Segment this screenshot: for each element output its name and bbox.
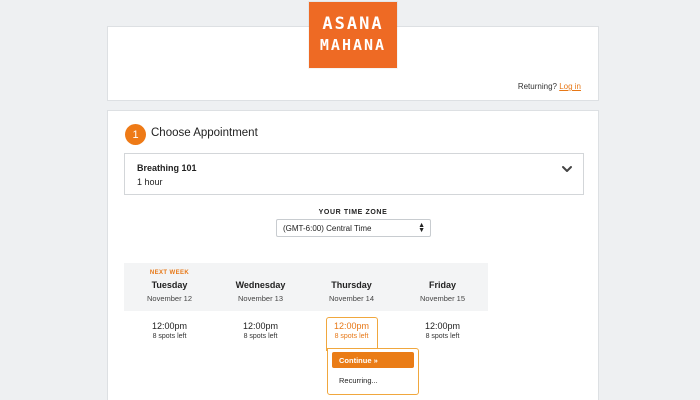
slot-action-popover: Continue » Recurring... bbox=[327, 348, 419, 395]
slot-time: 12:00pm bbox=[424, 321, 461, 331]
slot-spots-left: 8 spots left bbox=[425, 333, 460, 340]
day-name: Wednesday bbox=[235, 280, 286, 290]
timezone-selected-value: (GMT-6:00) Central Time bbox=[283, 223, 372, 233]
day-column-tuesday: NEXT WEEK Tuesday November 12 bbox=[124, 270, 215, 303]
continue-button[interactable]: Continue » bbox=[332, 352, 414, 368]
day-column-wednesday: Wednesday November 13 bbox=[215, 270, 306, 303]
logo-line-1: ASANA bbox=[322, 14, 384, 35]
slot-time: 12:00pm bbox=[242, 321, 279, 331]
time-slot-friday[interactable]: 12:00pm 8 spots left bbox=[397, 321, 488, 340]
day-column-friday: Friday November 15 bbox=[397, 270, 488, 303]
logo-line-2: MAHANA bbox=[319, 36, 387, 55]
slot-time: 12:00pm bbox=[333, 321, 370, 331]
appointment-card: 1 Choose Appointment Breathing 101 1 hou… bbox=[107, 110, 599, 400]
returning-prompt: Returning? Log in bbox=[518, 82, 581, 91]
time-slot-tuesday[interactable]: 12:00pm 8 spots left bbox=[124, 321, 215, 340]
time-slot-thursday-selected[interactable]: 12:00pm 8 spots left bbox=[306, 321, 397, 340]
day-date: November 12 bbox=[146, 294, 193, 303]
login-link[interactable]: Log in bbox=[559, 82, 581, 91]
step-title: Choose Appointment bbox=[151, 127, 258, 139]
returning-text: Returning? bbox=[517, 82, 557, 91]
booking-page: ASANA MAHANA Returning? Log in 1 Choose … bbox=[0, 0, 700, 400]
brand-logo: ASANA MAHANA bbox=[309, 2, 397, 68]
day-column-thursday: Thursday November 14 bbox=[306, 270, 397, 303]
chevron-down-icon bbox=[562, 166, 572, 172]
day-date: November 14 bbox=[328, 294, 375, 303]
timezone-label: YOUR TIME ZONE bbox=[318, 209, 388, 216]
step-number-badge: 1 bbox=[125, 124, 146, 145]
next-week-label: NEXT WEEK bbox=[149, 270, 190, 276]
service-dropdown[interactable]: Breathing 101 1 hour bbox=[124, 153, 584, 195]
slot-time: 12:00pm bbox=[151, 321, 188, 331]
recurring-option[interactable]: Recurring... bbox=[339, 376, 378, 385]
day-name: Thursday bbox=[331, 280, 372, 290]
service-duration: 1 hour bbox=[137, 177, 163, 187]
calendar-header: NEXT WEEK Tuesday November 12 Wednesday … bbox=[124, 263, 488, 311]
time-slot-wednesday[interactable]: 12:00pm 8 spots left bbox=[215, 321, 306, 340]
timezone-select[interactable]: (GMT-6:00) Central Time ▲ ▼ bbox=[276, 219, 431, 237]
slot-spots-left: 8 spots left bbox=[152, 333, 187, 340]
slot-spots-left: 8 spots left bbox=[243, 333, 278, 340]
day-name: Friday bbox=[428, 280, 456, 290]
day-name: Tuesday bbox=[151, 280, 188, 290]
service-name: Breathing 101 bbox=[137, 163, 197, 173]
day-date: November 15 bbox=[419, 294, 466, 303]
slot-spots-left: 8 spots left bbox=[334, 333, 369, 340]
day-date: November 13 bbox=[237, 294, 284, 303]
select-arrows-icon: ▲ ▼ bbox=[418, 222, 425, 234]
